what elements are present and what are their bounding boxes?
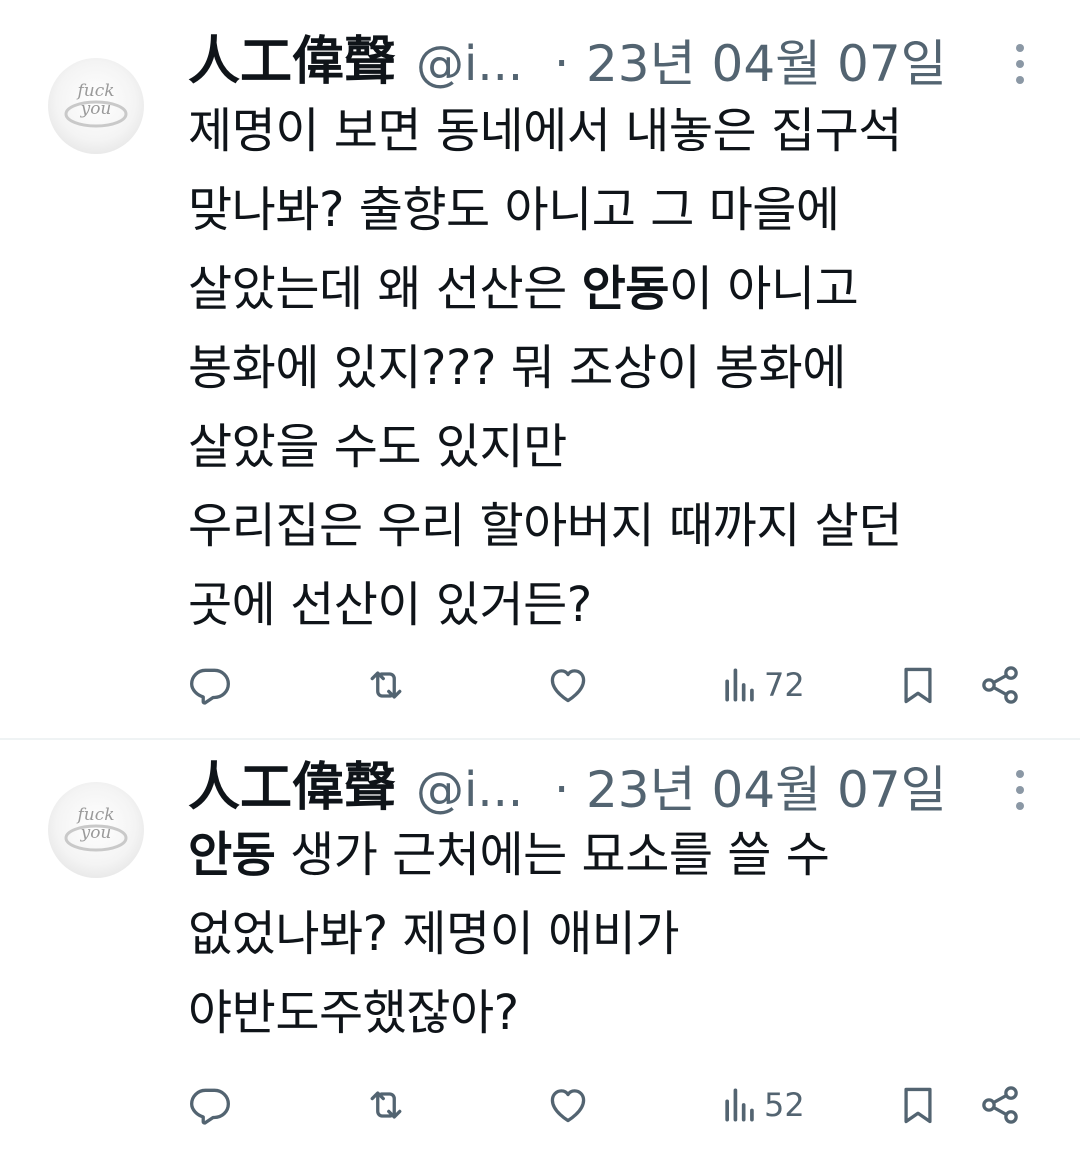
display-name[interactable]: 人工偉聲	[188, 758, 396, 818]
reply-button[interactable]	[188, 660, 232, 710]
retweet-button[interactable]	[364, 660, 408, 710]
more-vertical-icon[interactable]	[1008, 40, 1032, 88]
share-icon	[982, 666, 1018, 704]
tweet-text-segment: 이 아니고	[668, 261, 859, 317]
view-count: 52	[764, 1086, 805, 1124]
tweet-text-line: 살았는데 왜 선산은 안동이 아니고	[188, 250, 1048, 329]
ring-avatar-icon: fuck you	[64, 805, 128, 852]
reply-icon	[190, 668, 230, 705]
separator-dot: ·	[554, 36, 570, 92]
tweet-text-line: 곳에 선산이 있거든?	[188, 577, 592, 633]
svg-text:fuck: fuck	[75, 81, 114, 101]
views-chart-icon	[725, 668, 754, 702]
highlighted-keyword: 안동	[581, 261, 670, 317]
svg-text:you: you	[80, 823, 112, 843]
tweet-text-line: 맞나봐? 출향도 아니고 그 마을에	[188, 182, 840, 238]
user-handle[interactable]: @i...	[416, 760, 523, 820]
reply-button[interactable]	[188, 1080, 232, 1130]
action-bar: 72	[188, 660, 1048, 710]
reply-icon	[190, 1088, 230, 1125]
share-button[interactable]	[978, 660, 1022, 710]
bookmark-icon	[904, 667, 932, 704]
like-button[interactable]	[546, 660, 590, 710]
bookmark-icon	[904, 1087, 932, 1124]
tweet-text-segment: 살았는데 왜 선산은	[188, 261, 582, 317]
tweet-text: 안동 생가 근처에는 묘소를 쓸 수 없었나봐? 제명이 애비가 야반도주했잖아…	[188, 816, 1048, 1053]
action-bar: 52	[188, 1080, 1048, 1130]
more-vertical-icon[interactable]	[1008, 766, 1032, 814]
tweet-header: 人工偉聲 @i... · 23년 04월 07일	[188, 26, 1048, 96]
user-handle[interactable]: @i...	[416, 34, 523, 94]
views-chart-icon	[725, 1088, 754, 1122]
retweet-icon	[370, 1091, 402, 1119]
ring-avatar-icon: fuck you	[64, 81, 128, 128]
bookmark-button[interactable]	[896, 1080, 940, 1130]
separator-dot: ·	[554, 762, 570, 818]
svg-text:fuck: fuck	[75, 805, 114, 825]
share-icon	[982, 1086, 1018, 1124]
avatar[interactable]: fuck you	[48, 58, 144, 154]
tweet-text-line: 야반도주했잖아?	[188, 985, 519, 1041]
like-button[interactable]	[546, 1080, 590, 1130]
highlighted-keyword: 안동	[188, 827, 276, 883]
tweet-text-line: 봉화에 있지??? 뭐 조상이 봉화에	[188, 340, 846, 396]
tweet-text-line: 없었나봐? 제명이 애비가	[188, 906, 680, 962]
heart-icon	[550, 669, 586, 703]
display-name[interactable]: 人工偉聲	[188, 32, 396, 92]
timestamp[interactable]: 23년 04월 07일	[586, 760, 947, 820]
tweet-text-line: 제명이 보면 동네에서 내놓은 집구석	[188, 103, 902, 159]
avatar[interactable]: fuck you	[48, 782, 144, 878]
views-button[interactable]: 72	[718, 660, 805, 710]
heart-icon	[550, 1089, 586, 1123]
tweet-header: 人工偉聲 @i... · 23년 04월 07일	[188, 752, 1048, 822]
tweet-divider	[0, 738, 1080, 740]
views-button[interactable]: 52	[718, 1080, 805, 1130]
svg-text:you: you	[80, 99, 112, 119]
retweet-button[interactable]	[364, 1080, 408, 1130]
retweet-icon	[370, 671, 402, 699]
share-button[interactable]	[978, 1080, 1022, 1130]
tweet-text-line: 우리집은 우리 할아버지 때까지 살던	[188, 498, 902, 554]
tweet-text-segment: 생가 근처에는 묘소를 쓸 수	[275, 827, 830, 883]
timestamp[interactable]: 23년 04월 07일	[586, 34, 947, 94]
bookmark-button[interactable]	[896, 660, 940, 710]
tweet-text: 제명이 보면 동네에서 내놓은 집구석 맞나봐? 출향도 아니고 그 마을에 살…	[188, 92, 1048, 645]
tweet[interactable]: fuck you 人工偉聲 @i... · 23년 04월 07일 제명이 보면…	[0, 0, 1080, 738]
tweet-text-line: 살았을 수도 있지만	[188, 419, 567, 475]
view-count: 72	[764, 666, 805, 704]
tweet-text-line: 안동 생가 근처에는 묘소를 쓸 수	[188, 816, 1048, 895]
